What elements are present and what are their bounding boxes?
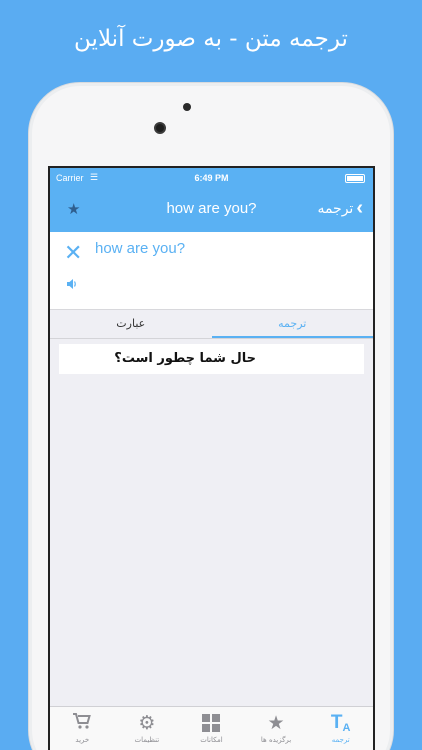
- tabbar-item-translate[interactable]: TA ترجمه: [308, 707, 373, 750]
- translate-icon: TA: [330, 712, 351, 734]
- navigation-bar: ★ how are you? › ترجمه: [50, 188, 373, 232]
- battery-icon: [345, 174, 365, 183]
- star-icon: ★: [267, 712, 285, 734]
- back-button[interactable]: › ترجمه: [317, 197, 363, 220]
- cart-icon: [72, 711, 92, 735]
- translation-result: حال شما چطور است؟: [59, 344, 364, 374]
- input-panel[interactable]: ✕ how are you?: [50, 232, 373, 310]
- chevron-right-icon: ›: [356, 197, 363, 219]
- segment-tabs: عبارت ترجمه: [50, 310, 373, 339]
- close-icon[interactable]: ✕: [64, 240, 82, 266]
- back-label: ترجمه: [317, 200, 354, 217]
- status-time: 6:49 PM: [194, 173, 229, 183]
- tabbar-label-favorites: برگزیده ها: [260, 736, 292, 744]
- speaker-icon[interactable]: [66, 278, 78, 294]
- gear-icon: ⚙: [138, 712, 156, 734]
- tab-translation[interactable]: ترجمه: [211, 310, 373, 338]
- tab-phrase[interactable]: عبارت: [50, 310, 212, 338]
- bottom-tab-bar: خرید ⚙ تنظیمات امکانات ★ برگزیده ها TA ت…: [50, 706, 373, 750]
- grid-icon: [202, 714, 221, 732]
- earpiece-dot: [183, 103, 191, 111]
- tabbar-item-buy[interactable]: خرید: [50, 707, 115, 750]
- tabbar-item-settings[interactable]: ⚙ تنظیمات: [115, 707, 180, 750]
- app-screen: Carrier ☰ 6:49 PM ★ how are you? › ترجمه…: [48, 166, 375, 750]
- tabbar-label-settings: تنظیمات: [134, 736, 160, 744]
- source-text[interactable]: how are you?: [95, 240, 185, 257]
- tabbar-item-favorites[interactable]: ★ برگزیده ها: [244, 707, 309, 750]
- tabbar-item-features[interactable]: امکانات: [179, 707, 244, 750]
- promo-headline: ترجمه متن - به صورت آنلاین: [74, 26, 348, 52]
- status-bar: Carrier ☰ 6:49 PM: [50, 168, 373, 188]
- tabbar-label-buy: خرید: [75, 736, 90, 744]
- front-camera: [154, 122, 166, 134]
- tabbar-label-translate: ترجمه: [331, 736, 350, 744]
- tabbar-label-features: امکانات: [200, 736, 223, 744]
